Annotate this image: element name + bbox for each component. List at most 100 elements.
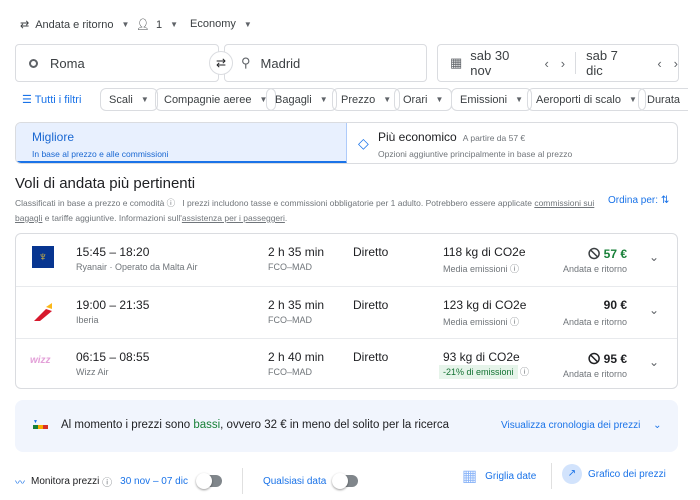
flight-detail: 19:00 – 21:35 — [76, 298, 150, 312]
sort-button[interactable]: Ordina per: ⇅ — [608, 195, 669, 206]
price-insight-banner: ▼ Al momento i prezzi sono bassi, ovvero… — [15, 400, 678, 452]
caret-down-icon: ▼ — [243, 19, 252, 29]
flight-detail: 🛇 95 € — [588, 352, 627, 366]
calendar-icon: ▦ — [450, 55, 463, 70]
origin-input[interactable]: Roma — [15, 44, 219, 82]
flight-detail: 90 € — [603, 298, 627, 312]
filter-chip-label: Scali — [109, 93, 133, 106]
next-date-icon[interactable]: › — [561, 56, 565, 71]
filter-chip-stops[interactable]: Scali ▼ — [100, 88, 158, 111]
flight-list: ♆ 15:45 – 18:20 Ryanair · Operato da Malt… — [15, 233, 678, 389]
person-icon: 👤︎ — [136, 19, 150, 31]
flight-row[interactable]: 19:00 – 21:35 Iberia 2 h 35 min FCO–MAD Di… — [16, 286, 677, 338]
info-icon[interactable]: ⓘ — [510, 317, 519, 327]
filter-chip-label: Bagagli — [275, 93, 312, 106]
filter-chip-duration[interactable]: Durata — [638, 88, 689, 111]
flight-detail: Media emissioni ⓘ — [443, 264, 520, 274]
filter-chip-times[interactable]: Orari ▼ — [394, 88, 453, 111]
info-icon[interactable]: ⓘ — [102, 474, 112, 489]
no-bag-icon: 🛇 — [588, 352, 601, 366]
info-icon[interactable]: ⓘ — [510, 264, 519, 274]
filters-icon: ☰ — [22, 94, 32, 106]
caret-down-icon: ▼ — [629, 95, 637, 104]
any-date-toggle[interactable] — [332, 473, 359, 489]
info-icon[interactable]: ⓘ — [520, 367, 529, 377]
track-prices-toggle[interactable] — [195, 473, 222, 489]
divider — [575, 52, 577, 74]
flight-row[interactable]: wizz 06:15 – 08:55 Wizz Air 2 h 40 min FCO… — [16, 338, 677, 390]
swap-button[interactable]: ⇄ — [209, 51, 233, 75]
filter-chip-label: Prezzo — [341, 93, 376, 106]
flight-detail: Diretto — [353, 298, 389, 312]
flight-detail: 15:45 – 18:20 — [76, 245, 150, 259]
filter-chip-bags[interactable]: Bagagli ▼ — [266, 88, 337, 111]
tab-cheapest[interactable]: ◇ Più economico A partire da 57 € Opzion… — [348, 123, 677, 163]
passengers-select[interactable]: 👤︎ 1 ▼ — [136, 18, 179, 32]
sort-icon: ⇅ — [660, 195, 670, 206]
flight-detail: 93 kg di CO2e — [443, 350, 520, 364]
flight-detail: 2 h 35 min — [268, 298, 325, 312]
flight-detail: Diretto — [353, 350, 389, 364]
flight-detail: -21% di emissioni ⓘ — [439, 365, 529, 379]
date-picker[interactable]: ▦ sab 30 nov ‹ › sab 7 dic ‹ › — [437, 44, 679, 82]
flight-row[interactable]: ♆ 15:45 – 18:20 Ryanair · Operato da Malt… — [16, 234, 677, 286]
depart-date[interactable]: sab 30 nov — [470, 48, 530, 78]
caret-down-icon: ▼ — [140, 95, 149, 104]
filter-chip-connecting-airports[interactable]: Aeroporti di scalo ▼ — [527, 88, 646, 111]
calendar-grid-icon: ▦ — [462, 468, 478, 485]
price-graph-button[interactable]: ↗ Grafico dei prezzi — [562, 464, 666, 484]
flight-detail: Diretto — [353, 245, 389, 259]
tag-icon: ◇ — [358, 135, 369, 151]
flight-detail: Andata e ritorno — [562, 264, 627, 274]
price-history-link[interactable]: Visualizza cronologia dei prezzi ⌄ — [501, 420, 662, 431]
location-pin-icon: ⚲ — [241, 55, 251, 70]
passenger-assistance-link[interactable]: assistenza per i passeggeri — [182, 213, 285, 223]
flight-detail: Wizz Air — [76, 367, 109, 377]
flight-detail: Iberia — [76, 315, 99, 325]
flight-detail: 06:15 – 08:55 — [76, 350, 150, 364]
trend-icon: 〰 — [15, 477, 25, 489]
price-graph-icon: ↗ — [562, 464, 582, 484]
expand-chevron-icon[interactable]: ⌄ — [649, 355, 659, 369]
prev-date-icon[interactable]: ‹ — [544, 56, 548, 71]
caret-down-icon: ▼ — [170, 20, 179, 29]
filter-chip-label: Aeroporti di scalo — [536, 93, 621, 106]
next-date-icon[interactable]: › — [674, 56, 678, 71]
no-bag-icon: 🛇 — [588, 247, 601, 261]
tab-best[interactable]: Migliore In base al prezzo e alle commis… — [16, 123, 347, 163]
flight-detail: 123 kg di CO2e — [443, 298, 527, 312]
expand-chevron-icon[interactable]: ⌄ — [649, 303, 659, 317]
wizzair-logo: wizz — [30, 355, 51, 366]
destination-input[interactable]: ⚲ Madrid — [224, 44, 427, 82]
filter-chip-label: Compagnie aeree — [164, 93, 252, 106]
prev-date-icon[interactable]: ‹ — [657, 56, 661, 71]
results-description: Classificati in base a prezzo e comodità… — [15, 198, 595, 223]
flight-detail: FCO–MAD — [268, 262, 313, 272]
filter-chip-label: Orari — [403, 93, 428, 106]
caret-down-icon: ▼ — [121, 20, 130, 29]
ryanair-logo: ♆ — [32, 246, 54, 268]
circle-icon — [29, 58, 38, 68]
all-filters-button[interactable]: ☰ Tutti i filtri — [22, 93, 81, 106]
filter-chip-emissions[interactable]: Emissioni ▼ — [451, 88, 532, 111]
filter-chip-label: Durata — [647, 93, 681, 106]
filter-chip-airlines[interactable]: Compagnie aeree ▼ — [155, 88, 277, 111]
expand-chevron-icon[interactable]: ⌄ — [649, 250, 659, 264]
flight-detail: Media emissioni ⓘ — [443, 317, 520, 327]
date-grid-button[interactable]: ▦ Griglia date — [462, 466, 536, 486]
flight-detail: 2 h 40 min — [268, 350, 325, 364]
trip-type-select[interactable]: ⇄ Andata e ritorno ▼ — [20, 18, 130, 32]
caret-down-icon: ▼ — [383, 95, 392, 104]
return-date[interactable]: sab 7 dic — [586, 48, 635, 78]
chevron-down-icon: ⌄ — [653, 420, 662, 431]
flight-detail: 118 kg di CO2e — [443, 245, 526, 259]
divider — [551, 463, 552, 489]
flight-detail: FCO–MAD — [268, 315, 313, 325]
divider — [241, 468, 243, 494]
swap-icon: ⇄ — [215, 56, 227, 70]
flight-detail: FCO–MAD — [268, 367, 313, 377]
info-icon[interactable]: ⓘ — [167, 198, 176, 208]
cabin-select[interactable]: Economy ▼ — [190, 18, 252, 30]
filter-chip-price[interactable]: Prezzo ▼ — [332, 88, 401, 111]
flight-detail: Andata e ritorno — [562, 369, 627, 379]
